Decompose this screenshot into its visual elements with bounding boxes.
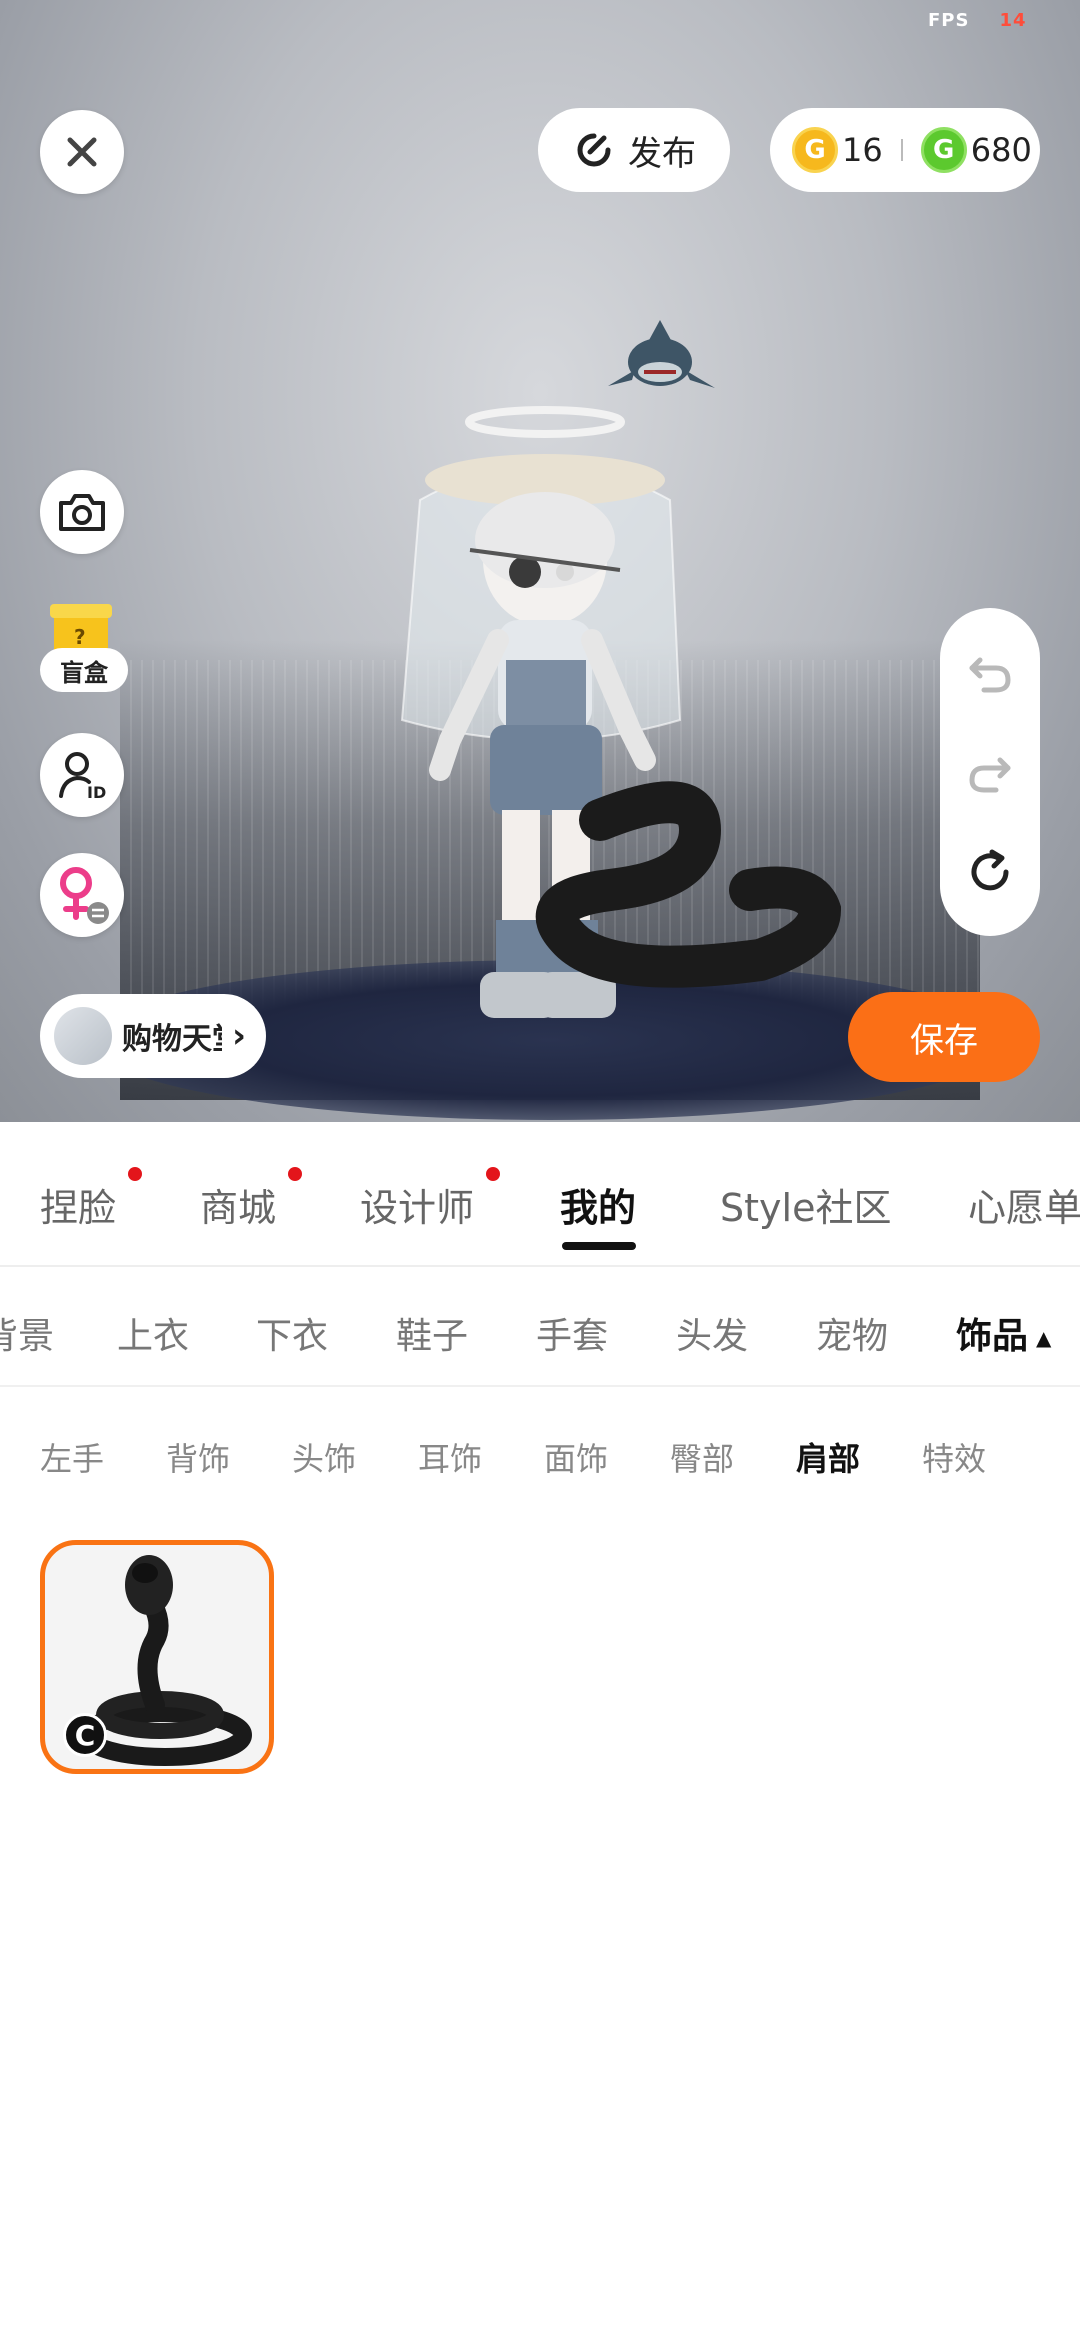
history-controls (940, 608, 1040, 936)
chevron-right-icon: › (232, 1016, 247, 1056)
active-tab-indicator (562, 1242, 636, 1250)
gold-coin-value: 16 (842, 131, 883, 169)
wardrobe-panel: 捏脸 商城 设计师 我的 Style社区 心愿单 背景 上衣 下衣 鞋子 手套 … (0, 1122, 1080, 2340)
creator-badge-icon: C (63, 1713, 107, 1757)
fps-value: 14 (999, 10, 1027, 31)
subtab-shoulder[interactable]: 肩部 (796, 1434, 860, 1480)
main-tab-bar: 捏脸 商城 设计师 我的 Style社区 心愿单 (0, 1122, 1080, 1267)
currency-divider (900, 139, 903, 161)
tab-wishlist[interactable]: 心愿单 (968, 1177, 1080, 1232)
subtab-effects[interactable]: 特效 (922, 1434, 986, 1480)
category-bottom[interactable]: 下衣 (256, 1307, 328, 1359)
tab-designer[interactable]: 设计师 (360, 1167, 501, 1232)
shark-pet (608, 320, 715, 388)
tab-mall[interactable]: 商城 (200, 1167, 303, 1232)
subtab-back[interactable]: 背饰 (166, 1434, 230, 1480)
fps-label: FPS (928, 10, 970, 31)
category-top[interactable]: 上衣 (117, 1307, 189, 1359)
notification-dot (128, 1167, 143, 1181)
green-coin-icon: G (920, 127, 967, 173)
subtab-ear[interactable]: 耳饰 (418, 1434, 482, 1480)
category-background[interactable]: 背景 (0, 1307, 54, 1359)
currency-balance[interactable]: G 16 G 680 (770, 108, 1040, 192)
close-button[interactable] (40, 110, 124, 194)
subtab-face[interactable]: 面饰 (544, 1434, 608, 1480)
category-hair[interactable]: 头发 (676, 1307, 748, 1359)
female-gender-icon (60, 867, 109, 924)
avatar-viewport[interactable]: FPS 14 发布 G 16 G 680 ? 盲盒 ID 购物天 › 保存 (0, 0, 1080, 1122)
category-accessories[interactable]: 饰品 ▲ (956, 1307, 1051, 1359)
avatar-id-button[interactable]: ID (40, 733, 124, 817)
camera-icon (59, 494, 105, 531)
category-gloves[interactable]: 手套 (536, 1307, 608, 1359)
tab-face-edit[interactable]: 捏脸 (40, 1167, 143, 1232)
tab-mine[interactable]: 我的 (560, 1177, 636, 1232)
caret-up-icon: ▲ (1036, 1326, 1052, 1350)
gold-coin-icon: G (792, 127, 838, 173)
publish-label: 发布 (628, 133, 696, 174)
category-tab-bar: 背景 上衣 下衣 鞋子 手套 头发 宠物 饰品▲ (0, 1269, 1080, 1387)
shop-chip-label: 购物天堂 (122, 1022, 222, 1057)
publish-icon (577, 133, 611, 167)
item-card-cobra[interactable]: C (40, 1540, 274, 1774)
category-pet[interactable]: 宠物 (816, 1307, 888, 1359)
undo-icon[interactable] (966, 648, 1014, 696)
publish-button[interactable]: 发布 (538, 108, 730, 192)
close-icon (67, 137, 97, 167)
gender-switch-button[interactable] (40, 853, 124, 937)
fps-counter: FPS 14 (928, 10, 1027, 31)
reset-icon[interactable] (966, 848, 1014, 896)
camera-button[interactable] (40, 470, 124, 554)
save-button[interactable]: 保存 (848, 992, 1040, 1082)
subtab-head[interactable]: 头饰 (292, 1434, 356, 1480)
redo-icon[interactable] (966, 748, 1014, 796)
category-shoes[interactable]: 鞋子 (396, 1307, 468, 1359)
blindbox-label: 盲盒 (40, 648, 128, 692)
subtab-left-hand[interactable]: 左手 (40, 1434, 104, 1480)
notification-dot (288, 1167, 303, 1181)
svg-text:?: ? (74, 625, 86, 649)
subtab-hip[interactable]: 臀部 (670, 1434, 734, 1480)
shop-avatar-thumbnail (54, 1007, 112, 1065)
svg-text:ID: ID (87, 783, 106, 800)
shop-paradise-chip[interactable]: 购物天堂 › (40, 994, 266, 1078)
notification-dot (486, 1167, 501, 1181)
subcategory-tab-bar: 左手 背饰 头饰 耳饰 面饰 臀部 肩部 特效 (0, 1390, 1080, 1500)
green-coin-value: 680 (970, 131, 1032, 169)
blindbox-button[interactable]: ? 盲盒 (40, 600, 128, 692)
tab-style-community[interactable]: Style社区 (720, 1177, 891, 1232)
user-id-icon: ID (59, 752, 106, 800)
avatar-character[interactable] (380, 300, 860, 1080)
